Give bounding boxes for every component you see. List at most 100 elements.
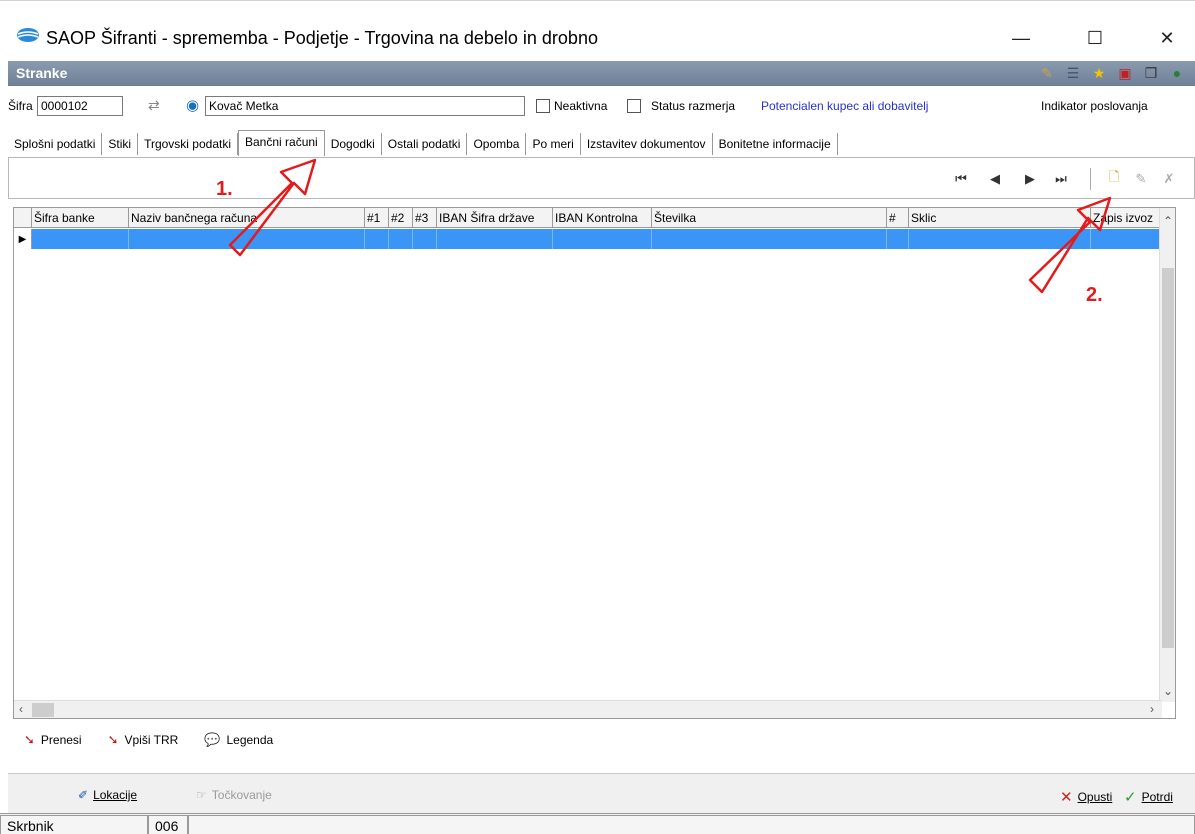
table-cell[interactable] [32, 229, 129, 249]
annotation-step-2: 2. [1086, 284, 1103, 306]
record-toolbar: ⏮ ◀ ▶ ⏭ 🗋 ✎ ✗ [8, 157, 1195, 199]
tab-po-meri[interactable]: Po meri [526, 133, 581, 155]
tab-bar: Splošni podatki Stiki Trgovski podatki B… [8, 130, 838, 156]
refresh-icon[interactable]: ⇄ [148, 97, 160, 114]
window-titlebar: SAOP Šifranti - sprememba - Podjetje - T… [0, 0, 1195, 60]
table-cell[interactable] [553, 229, 652, 249]
scroll-left-icon[interactable]: ‹ [19, 702, 23, 716]
table-row[interactable] [14, 229, 1162, 249]
section-title: Stranke [16, 65, 68, 81]
transfer-icon: ➘ [107, 732, 119, 747]
column-header[interactable]: Naziv bančnega računa [129, 208, 365, 228]
check-icon: ✓ [1124, 789, 1137, 806]
status-user: Skrbnik [0, 815, 148, 834]
legenda-button[interactable]: 💬 Legenda [204, 732, 273, 748]
scroll-up-icon[interactable]: ⌃ [1163, 214, 1173, 228]
pin-icon: ✐ [78, 788, 89, 802]
lokacije-label: Lokacije [93, 788, 138, 802]
grid-header: Šifra banke Naziv bančnega računa #1 #2 … [14, 208, 1162, 228]
tab-izstavitev-dokumentov[interactable]: Izstavitev dokumentov [581, 133, 713, 155]
next-record-icon[interactable]: ▶ [1020, 170, 1040, 188]
row-indicator-icon: ▶ [14, 229, 32, 249]
tab-bancni-racuni[interactable]: Bančni računi [238, 130, 325, 156]
speech-bubble-icon: 💬 [204, 732, 221, 747]
tab-trgovski-podatki[interactable]: Trgovski podatki [138, 133, 238, 155]
table-cell[interactable] [389, 229, 413, 249]
column-header[interactable]: IBAN Kontrolna [553, 208, 652, 228]
bottom-bar: ✐ Lokacije ☞ Točkovanje ✕ Opusti ✓ Potrd… [8, 773, 1195, 813]
column-header[interactable]: #3 [413, 208, 437, 228]
horizontal-scroll-thumb[interactable] [32, 703, 54, 717]
list-icon[interactable]: ☰ [1063, 64, 1083, 82]
column-header[interactable]: #2 [389, 208, 413, 228]
neaktivna-checkbox[interactable] [536, 99, 550, 113]
sifra-label: Šifra [8, 99, 33, 113]
table-cell[interactable] [909, 229, 1091, 249]
action-links: ➘ Prenesi ➘ Vpiši TRR 💬 Legenda [24, 732, 273, 748]
scroll-right-icon[interactable]: › [1150, 702, 1154, 716]
last-record-icon[interactable]: ⏭ [1051, 170, 1071, 188]
copy-icon[interactable]: ❐ [1141, 64, 1161, 82]
client-name-field[interactable]: Kovač Metka [205, 96, 525, 116]
tab-stiki[interactable]: Stiki [102, 133, 139, 155]
opusti-label: Opusti [1077, 790, 1113, 804]
vpisi-trr-label: Vpiši TRR [124, 733, 179, 747]
annotation-step-1: 1. [216, 178, 233, 200]
vpisi-trr-button[interactable]: ➘ Vpiši TRR [108, 732, 179, 748]
pdf-icon[interactable]: ▣ [1115, 64, 1135, 82]
status-value-link[interactable]: Potencialen kupec ali dobavitelj [761, 99, 928, 113]
table-cell[interactable] [652, 229, 887, 249]
sifra-field[interactable]: 0000102 [37, 96, 123, 116]
grid-corner [14, 208, 32, 228]
pointing-icon: ☞ [196, 788, 207, 802]
first-record-icon[interactable]: ⏮ [951, 170, 971, 188]
client-info-row: Šifra 0000102 ⇄ ◉ Kovač Metka Neaktivna … [8, 94, 1195, 122]
globe-icon[interactable]: ● [1167, 64, 1187, 82]
table-cell[interactable] [129, 229, 365, 249]
tab-bonitetne-informacije[interactable]: Bonitetne informacije [713, 133, 838, 155]
status-checkbox[interactable] [627, 99, 641, 113]
toolbar-divider [1090, 168, 1091, 190]
minimize-button[interactable]: — [998, 23, 1044, 53]
column-header[interactable]: IBAN Šifra države [437, 208, 553, 228]
table-cell[interactable] [413, 229, 437, 249]
star-icon[interactable]: ★ [1089, 64, 1109, 82]
legenda-label: Legenda [226, 733, 274, 747]
opusti-button[interactable]: ✕ Opusti [1060, 788, 1112, 806]
column-header[interactable]: Številka [652, 208, 887, 228]
vertical-scrollbar[interactable]: ⌃ ⌄ [1159, 208, 1175, 702]
column-header[interactable]: Zapis izvoz [1091, 208, 1162, 228]
edit-record-icon: ✎ [1135, 171, 1147, 186]
tockovanje-label: Točkovanje [211, 788, 272, 802]
header-toolbar: ✎ ☰ ★ ▣ ❐ ● [1037, 64, 1187, 82]
indicator-label: Indikator poslovanja [1041, 99, 1148, 113]
delete-record-icon: ✗ [1163, 171, 1175, 186]
edit-icon[interactable]: ✎ [1037, 64, 1057, 82]
column-header[interactable]: # [887, 208, 909, 228]
table-cell[interactable] [365, 229, 389, 249]
tab-opomba[interactable]: Opomba [467, 133, 527, 155]
transfer-icon: ➘ [24, 732, 35, 747]
column-header[interactable]: #1 [365, 208, 389, 228]
previous-record-icon[interactable]: ◀ [985, 170, 1005, 188]
close-button[interactable]: ✕ [1144, 23, 1190, 53]
lokacije-button[interactable]: ✐ Lokacije [78, 788, 137, 802]
table-cell[interactable] [887, 229, 909, 249]
window-title: SAOP Šifranti - sprememba - Podjetje - T… [46, 28, 598, 48]
horizontal-scrollbar[interactable]: ‹ › [14, 700, 1162, 718]
column-header[interactable]: Sklic [909, 208, 1091, 228]
tab-dogodki[interactable]: Dogodki [325, 133, 382, 155]
column-header[interactable]: Šifra banke [32, 208, 129, 228]
tab-splosni-podatki[interactable]: Splošni podatki [8, 133, 103, 155]
status-empty [188, 815, 1195, 834]
prenesi-button[interactable]: ➘ Prenesi [24, 732, 82, 748]
new-record-icon[interactable]: 🗋 [1104, 169, 1124, 188]
tab-ostali-podatki[interactable]: Ostali podatki [382, 133, 468, 155]
vertical-scroll-thumb[interactable] [1162, 268, 1174, 648]
bank-accounts-grid[interactable]: Šifra banke Naziv bančnega računa #1 #2 … [13, 207, 1176, 719]
scroll-down-icon[interactable]: ⌄ [1163, 684, 1173, 698]
table-cell[interactable] [437, 229, 553, 249]
neaktivna-label: Neaktivna [554, 99, 608, 113]
potrdi-button[interactable]: ✓ Potrdi [1124, 788, 1173, 806]
maximize-button[interactable]: ☐ [1072, 23, 1118, 53]
